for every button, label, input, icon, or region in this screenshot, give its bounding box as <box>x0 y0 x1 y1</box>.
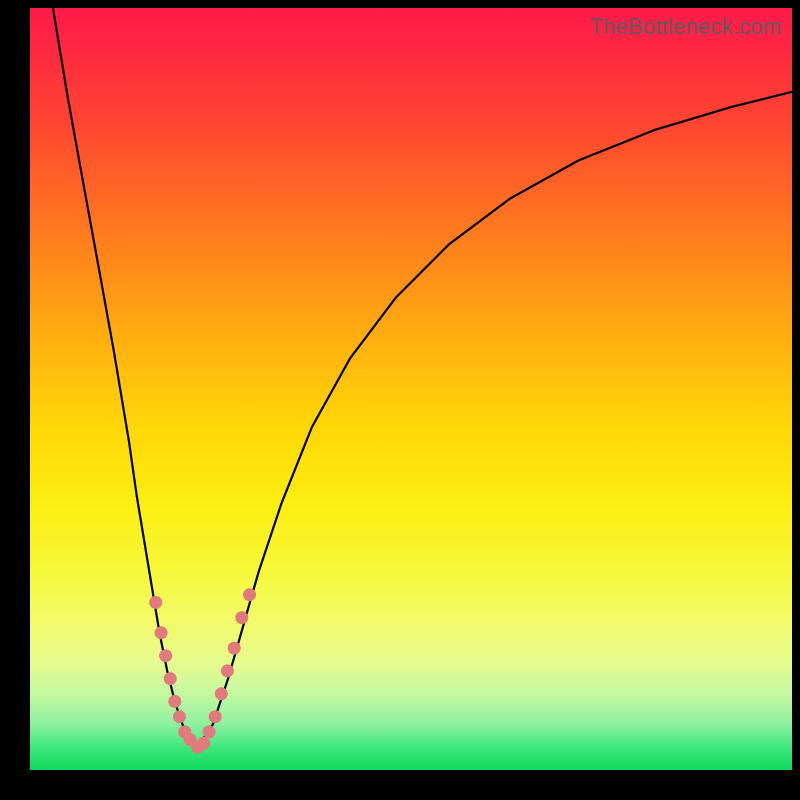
marker-dot <box>164 672 177 685</box>
marker-dot <box>197 737 210 750</box>
plot-area: TheBottleneck.com <box>30 8 792 770</box>
marker-dot <box>235 611 248 624</box>
curve-left-branch <box>53 8 198 747</box>
marker-dot <box>173 710 186 723</box>
marker-dot <box>215 687 228 700</box>
marker-dot <box>243 588 256 601</box>
marker-dot <box>159 649 172 662</box>
marker-dot <box>149 596 162 609</box>
marker-dot <box>228 642 241 655</box>
marker-dot <box>168 695 181 708</box>
marker-group <box>149 588 256 753</box>
marker-dot <box>155 626 168 639</box>
marker-dot <box>221 664 234 677</box>
marker-dot <box>209 710 222 723</box>
chart-frame: TheBottleneck.com <box>0 0 800 800</box>
curve-right-branch <box>198 92 792 747</box>
marker-dot <box>203 725 216 738</box>
curve-layer <box>30 8 792 770</box>
